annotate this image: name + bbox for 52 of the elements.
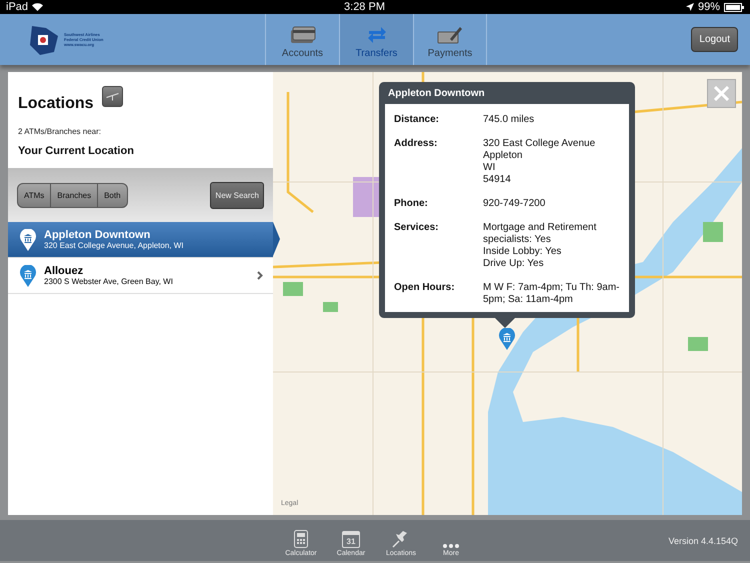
field-value: 920-749-7200 — [483, 198, 546, 210]
field-label: Distance: — [394, 114, 440, 126]
close-icon — [714, 86, 729, 101]
field-value: M W F: 7am-4pm; Tu Th: 9am-5pm; Sa: 11am-4pm — [483, 282, 620, 306]
nav-tab[interactable]: Payments — [413, 14, 487, 65]
bank-pin-icon — [499, 328, 515, 350]
wifi-icon — [32, 3, 44, 11]
nav-tab[interactable]: Transfers — [339, 14, 413, 65]
field-value: 54914 — [483, 174, 512, 186]
pen-and-check-icon — [437, 26, 463, 44]
location-name: Appleton Downtown — [44, 229, 152, 241]
location-address: 2300 S Webster Ave, Green Bay, WI — [44, 277, 174, 286]
field-label: Open Hours: — [394, 282, 456, 295]
location-name: Allouez — [44, 265, 84, 277]
logout-button[interactable]: Logout — [691, 27, 738, 52]
field-label: Address: — [394, 138, 438, 151]
clock-time: 3:28 PM — [344, 1, 385, 13]
new-search-button[interactable]: New Search — [210, 182, 264, 208]
calendar-icon: 31 — [342, 531, 360, 548]
calculator-icon — [294, 530, 308, 548]
chevron-right-icon — [257, 271, 263, 280]
field-value: Inside Lobby: Yes — [483, 246, 562, 258]
pushpin-icon — [392, 530, 410, 548]
battery-icon — [724, 2, 744, 12]
version-label: Version 4.4.154Q — [668, 536, 738, 546]
field-value: WI — [483, 162, 496, 174]
field-value: Appleton — [483, 150, 524, 162]
search-location: Your Current Location — [18, 145, 135, 157]
field-label: Services: — [394, 222, 440, 235]
field-label: Phone: — [394, 198, 429, 210]
more-icon — [442, 544, 460, 548]
result-count: 2 ATMs/Branches near: — [18, 127, 102, 136]
filter-segment[interactable]: Branches — [50, 184, 98, 206]
arrows-icon — [366, 26, 386, 44]
battery-percent: 99% — [698, 1, 720, 13]
field-value: Drive Up: Yes — [483, 258, 545, 270]
map-toggle-button[interactable] — [102, 86, 123, 107]
carrier-label: iPad — [6, 1, 28, 13]
popup-title: Appleton Downtown — [387, 87, 486, 101]
filter-segment[interactable]: Both — [97, 184, 127, 206]
panel-title: Locations — [18, 95, 94, 113]
field-value: 320 East College Avenue — [483, 138, 596, 150]
nav-tab[interactable]: Accounts — [265, 14, 339, 65]
bank-pin-icon — [20, 228, 36, 250]
card-icon — [290, 26, 316, 44]
location-row[interactable]: Allouez 2300 S Webster Ave, Green Bay, WI — [8, 258, 273, 294]
field-value: 745.0 miles — [483, 114, 536, 126]
location-arrow-icon — [686, 3, 694, 11]
location-address: 320 East College Avenue, Appleton, WI — [44, 241, 185, 250]
field-value: Mortgage and Retirement specialists: Yes — [483, 222, 598, 246]
filter-segment[interactable]: ATMs — [18, 184, 50, 206]
bank-pin-icon — [20, 264, 36, 286]
